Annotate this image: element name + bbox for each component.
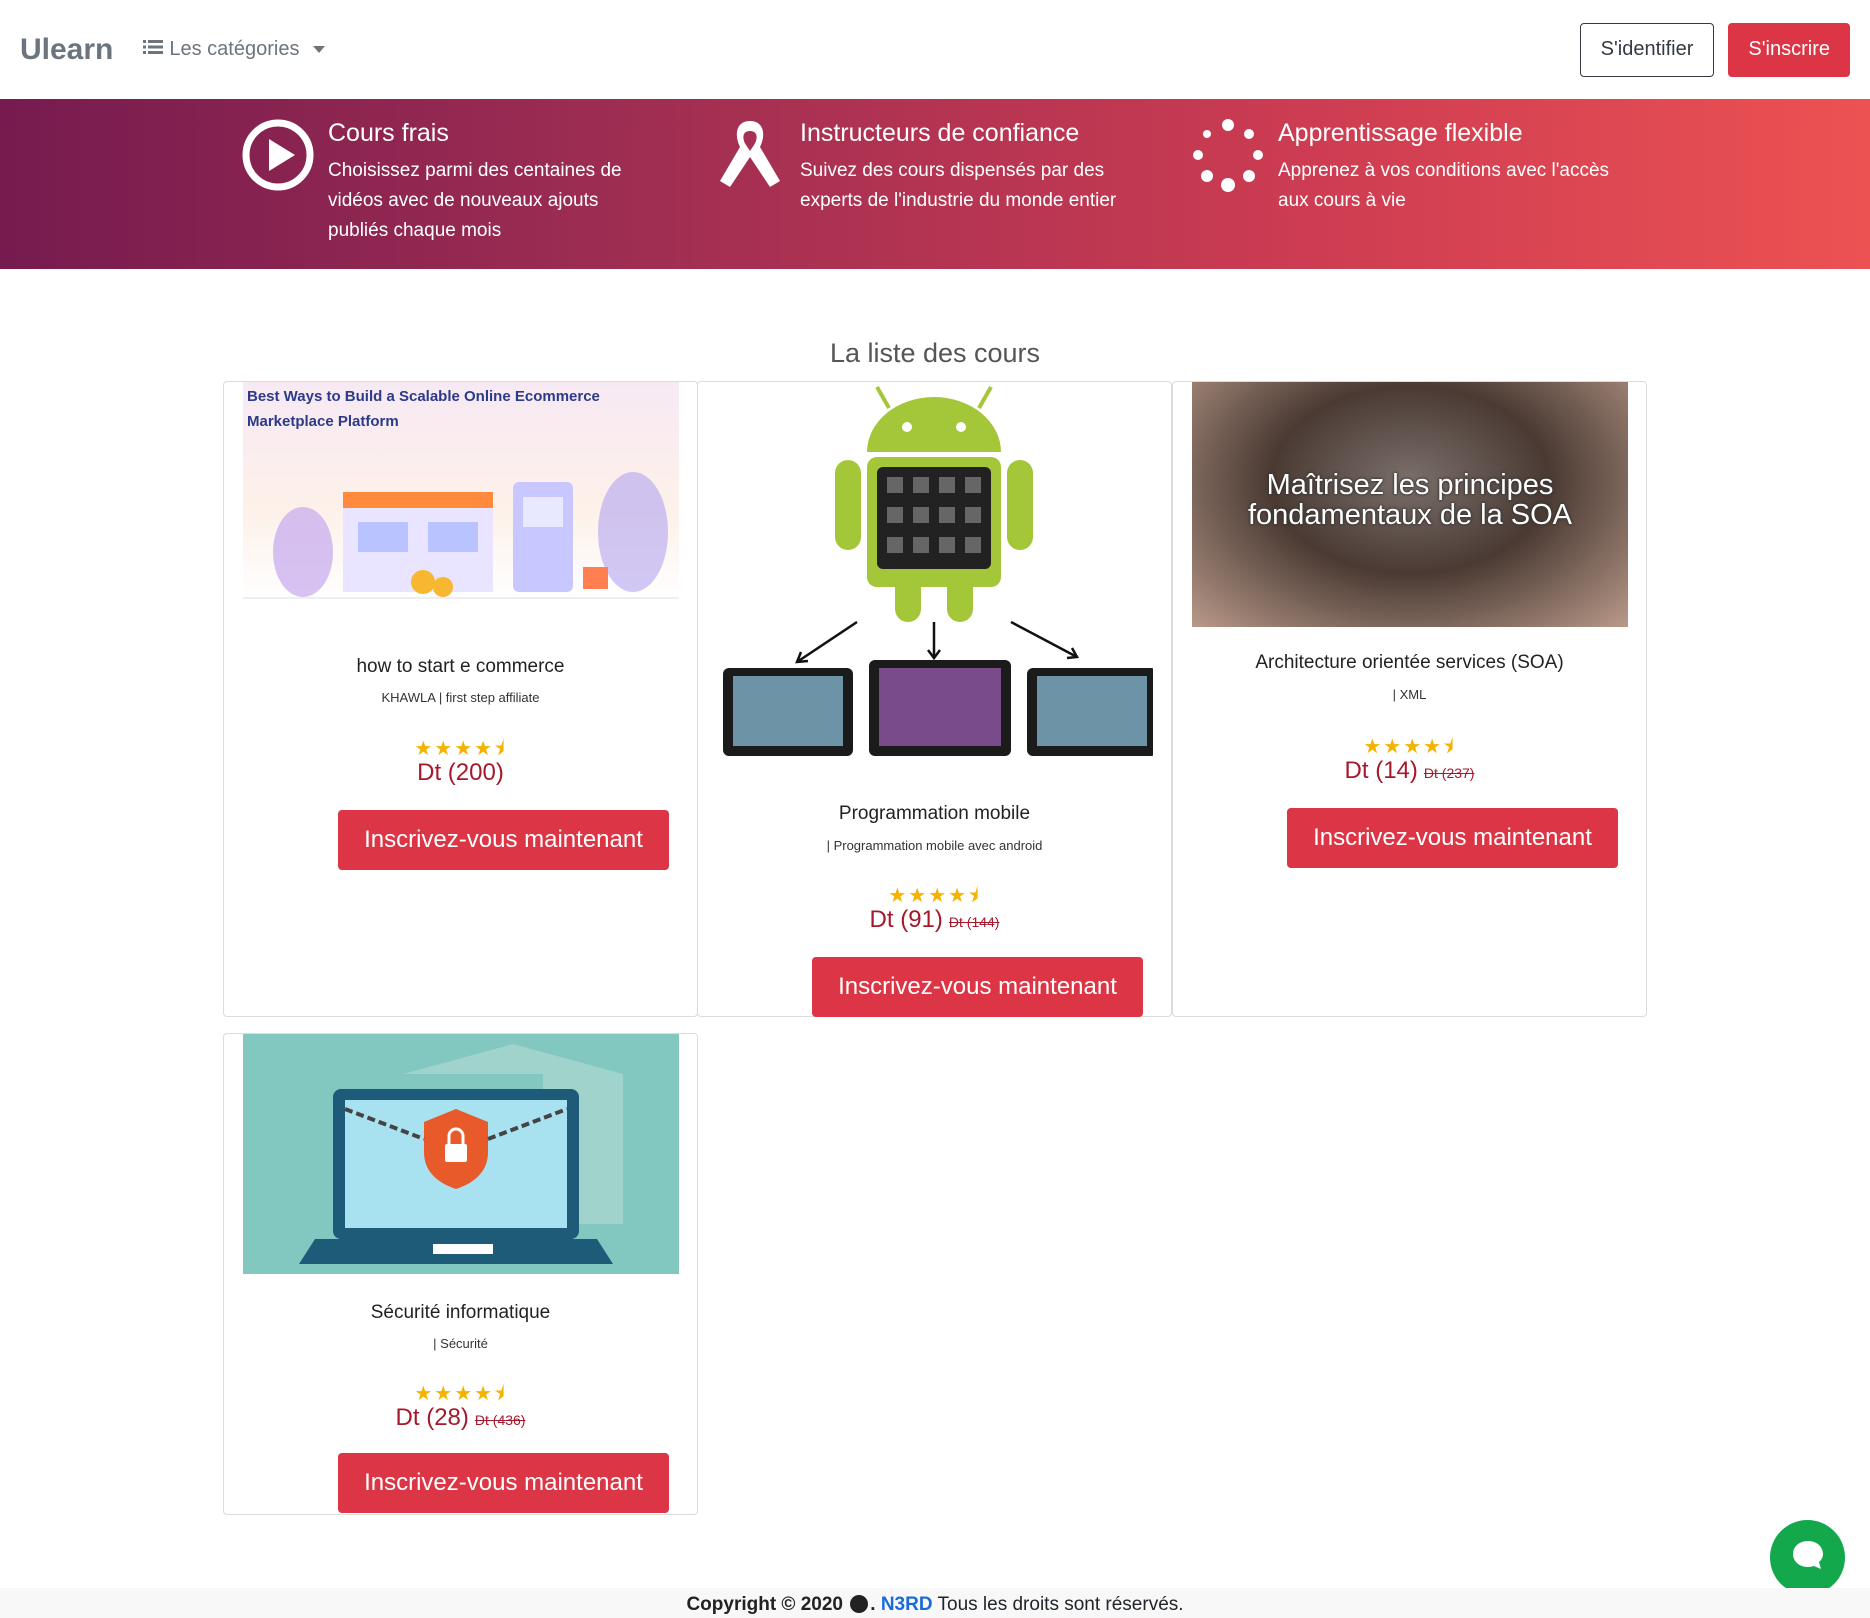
security-illustration	[299, 1044, 623, 1264]
course-price: Dt (28) Dt (436)	[224, 1404, 697, 1432]
features-banner: Cours frais Choisissez parmi des centain…	[0, 99, 1870, 269]
current-price: Dt (91)	[869, 906, 943, 933]
old-price: Dt (237)	[1423, 765, 1475, 781]
current-price: Dt (28)	[395, 1404, 469, 1431]
chevron-down-icon	[313, 46, 326, 53]
course-card[interactable]: Best Ways to Build a Scalable Online Eco…	[223, 381, 698, 1017]
course-subtitle: KHAWLA | first step affiliate	[381, 690, 540, 705]
feature-title: Cours frais	[328, 119, 449, 147]
footer-brand-link[interactable]: N3RD	[881, 1594, 933, 1615]
current-price: Dt (14)	[1344, 757, 1418, 784]
brand-logo[interactable]: Ulearn	[20, 33, 113, 67]
course-card[interactable]: Programmation mobile | Programmation mob…	[697, 381, 1172, 1017]
course-thumbnail[interactable]: Best Ways to Build a Scalable Online Eco…	[243, 382, 679, 599]
course-title[interactable]: how to start e commerce	[224, 656, 697, 678]
android-illustration	[723, 386, 1153, 756]
enroll-button[interactable]: Inscrivez-vous maintenant	[812, 957, 1143, 1017]
play-circle-icon	[240, 117, 316, 193]
navbar: Ulearn Les catégories S'identifier S'ins…	[0, 0, 1870, 99]
course-subtitle: | Programmation mobile avec android	[826, 838, 1043, 853]
course-subtitle: | XML	[1392, 687, 1427, 702]
chat-bubble-icon	[1788, 1535, 1828, 1580]
current-price: Dt (200)	[417, 759, 504, 786]
feature-text: Apprenez à vos conditions avec l'accès a…	[1278, 160, 1610, 211]
course-card[interactable]: Sécurité informatique | Sécurité ★★★★⯨ D…	[223, 1033, 698, 1515]
course-card[interactable]: Maîtrisez les principes fondamentaux de …	[1172, 381, 1647, 1017]
feature-title: Apprentissage flexible	[1278, 119, 1523, 147]
old-price: Dt (436)	[474, 1412, 526, 1428]
course-price: Dt (200)	[224, 759, 697, 787]
categories-dropdown[interactable]: Les catégories	[143, 38, 326, 61]
thumbnail-caption: Maîtrisez les principes fondamentaux de …	[1247, 469, 1573, 531]
footer: Copyright © 2020 . N3RD Tous les droits …	[0, 1588, 1870, 1618]
ecommerce-illustration	[243, 472, 679, 599]
course-price: Dt (14) Dt (237)	[1173, 757, 1646, 785]
n3rd-logo-icon	[850, 1595, 869, 1613]
feature-fresh-courses: Cours frais Choisissez parmi des centain…	[240, 117, 648, 246]
list-icon	[143, 38, 164, 61]
categories-label: Les catégories	[169, 38, 300, 60]
course-title[interactable]: Sécurité informatique	[224, 1302, 697, 1324]
enroll-button[interactable]: Inscrivez-vous maintenant	[338, 810, 669, 870]
ribbon-icon	[712, 117, 788, 193]
course-thumbnail[interactable]	[717, 382, 1153, 782]
course-thumbnail[interactable]: Maîtrisez les principes fondamentaux de …	[1192, 382, 1628, 627]
feature-text: Choisissez parmi des centaines de vidéos…	[328, 160, 622, 241]
copyright-text: Copyright © 2020	[686, 1594, 843, 1615]
signup-button[interactable]: S'inscrire	[1728, 22, 1850, 77]
course-thumbnail[interactable]	[243, 1034, 679, 1274]
feature-trusted-instructors: Instructeurs de confiance Suivez des cou…	[712, 117, 1150, 216]
feature-text: Suivez des cours dispensés par des exper…	[800, 160, 1117, 211]
old-price: Dt (144)	[948, 914, 1000, 930]
course-title[interactable]: Programmation mobile	[698, 803, 1171, 825]
chat-widget-button[interactable]	[1770, 1520, 1845, 1595]
feature-title: Instructeurs de confiance	[800, 119, 1080, 147]
enroll-button[interactable]: Inscrivez-vous maintenant	[1287, 808, 1618, 868]
rights-text: Tous les droits sont réservés.	[937, 1594, 1184, 1615]
section-title: La liste des cours	[829, 338, 1041, 368]
login-button[interactable]: S'identifier	[1579, 22, 1715, 77]
course-subtitle: | Sécurité	[433, 1336, 488, 1351]
course-title[interactable]: Architecture orientée services (SOA)	[1173, 652, 1646, 674]
feature-flexible-learning: Apprentissage flexible Apprenez à vos co…	[1190, 117, 1638, 216]
spinner-icon	[1190, 117, 1266, 193]
course-price: Dt (91) Dt (144)	[698, 906, 1171, 934]
enroll-button[interactable]: Inscrivez-vous maintenant	[338, 1453, 669, 1513]
